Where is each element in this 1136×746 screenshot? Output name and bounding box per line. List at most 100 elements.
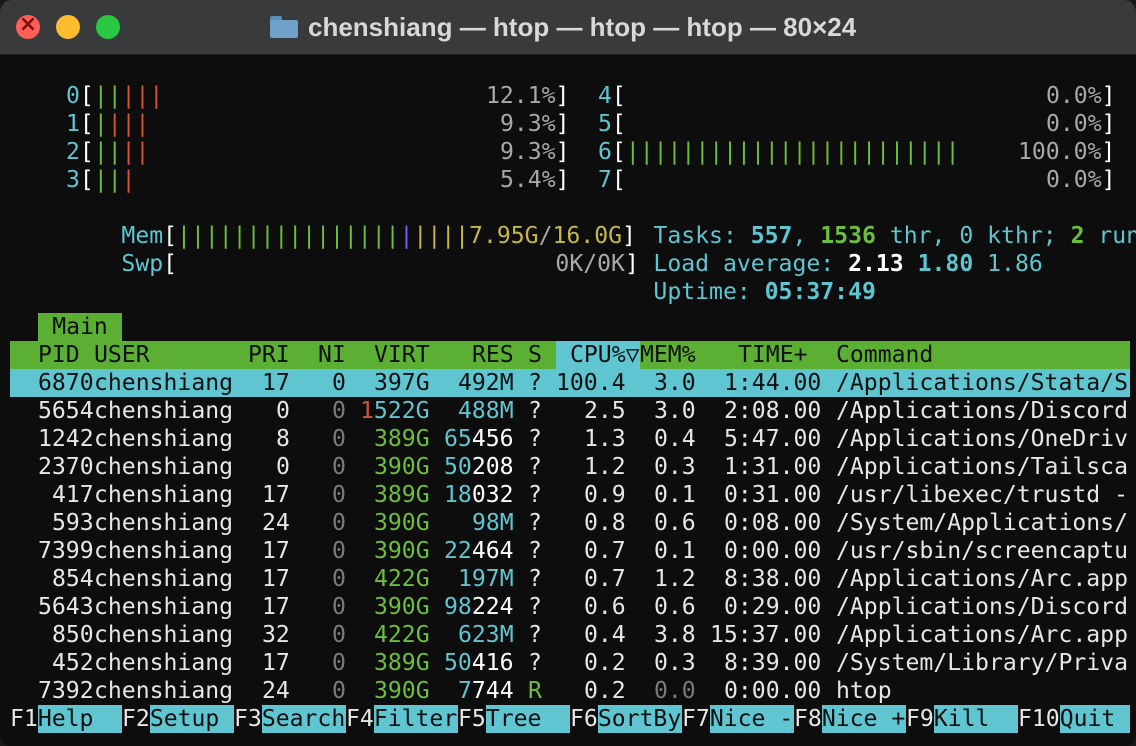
meter-bracket-open: [ [611,167,626,193]
cell-time: 0:08.00 [724,510,822,536]
cell-res: 65456 [444,425,514,453]
cell-pri: 32 [262,622,290,648]
cell-ni: 0 [332,398,346,424]
cell-pid: 6870 [38,370,94,396]
cell-virt: 389G [374,649,430,677]
cell-time: 0:00.00 [724,678,822,704]
cpu-id: 1 [66,111,80,137]
fkey-kill[interactable]: F9Kill [906,705,1018,733]
close-button[interactable] [16,12,40,39]
table-row[interactable]: 593 chenshiang 24 0 390G 98M? 0.8 0.6 0:08.00/Sy… [10,509,1130,537]
mem-zero: 0.0 [654,678,696,704]
fkey-label: Quit [1059,705,1130,733]
col-user[interactable]: USER [94,341,150,369]
cell-time: 5:47.00 [724,426,822,452]
col-res[interactable]: RES [472,341,514,369]
col-state[interactable]: S [528,341,542,369]
zoom-button[interactable] [96,15,120,39]
title-bar[interactable]: chenshiang — htop — htop — htop — 80×24 [0,0,1136,55]
cell-command: /Applications/Discord [836,398,1128,424]
table-row[interactable]: 850 chenshiang 32 0 422G 623M? 0.4 3.8 15:37.00 /… [10,621,1130,649]
cell-virt: 390G [374,593,430,621]
meter-bracket-close: ] [555,167,570,193]
cell-ni: 0 [332,594,346,620]
cell-command: /Applications/Arc.app [836,622,1128,648]
minimize-button[interactable] [56,15,80,39]
col-cpu[interactable]: CPU%▽ [570,341,640,369]
cpu-meter-4: 4[ [598,82,626,110]
table-row[interactable]: 5654 chenshiang 0 0 1522G 488M? 2.5 3.0 2:08.00/… [10,397,1130,425]
fkey-help[interactable]: F1Help [10,705,122,733]
fkey-tree[interactable]: F5Tree [458,705,570,733]
cell-s: ? [528,454,542,480]
cpu-bar: || [93,83,122,109]
cell-user: chenshiang [94,370,234,396]
table-row[interactable]: 417 chenshiang 17 0 389G 18032? 0.9 0.1 0:31.00 /… [10,481,1130,509]
fkey-sortby[interactable]: F6SortBy [570,705,682,733]
virt-high: 1 [360,398,374,424]
table-row[interactable]: 1242 chenshiang 8 0 389G 65456? 1.3 0.4 5:47.00 /… [10,425,1130,453]
cell-pri: 17 [262,482,290,508]
cell-res: 492M [458,370,514,396]
virt-value: 390G [374,454,430,480]
cpu-id: 4 [598,83,612,109]
meter-bracket-open: [ [79,139,94,165]
cell-mem: 1.2 [654,566,696,592]
cell-res: 50208 [444,453,514,481]
table-row[interactable]: 452 chenshiang 17 0 389G 50416? 0.2 0.3 8:39.00 /… [10,649,1130,677]
cell-s: ? [528,594,542,620]
cpu-id: 2 [66,139,80,165]
table-row[interactable]: 7399 chenshiang 17 0 390G 22464? 0.7 0.1 0:00.00… [10,537,1130,565]
fkey-nice[interactable]: F7Nice - [682,705,794,733]
fkey-nice[interactable]: F8Nice + [794,705,906,733]
fkey-quit[interactable]: F10Quit [1018,705,1130,733]
virt-value: 422G [374,566,430,592]
cell-virt: 422G [374,565,430,593]
col-time[interactable]: TIME+ [738,341,808,369]
cpu-meter-0: 0[||||| [66,82,163,110]
tab-main[interactable]: Main [38,313,122,341]
cell-virt: 390G [374,509,430,537]
fkey-setup[interactable]: F2Setup [122,705,234,733]
table-row[interactable]: 854 chenshiang 17 0 422G 197M? 0.7 1.2 8:38.00/A… [10,565,1130,593]
res-value: 98M [472,510,514,536]
table-row[interactable]: 2370 chenshiang 0 0 390G 50208? 1.2 0.3 1:31.00 /… [10,453,1130,481]
cpu-id: 7 [598,167,612,193]
window-title: chenshiang — htop — htop — htop — 80×24 [270,12,856,42]
cell-s: ? [528,622,542,648]
res-high: 98 [444,594,472,620]
cell-cpu: 0.6 [584,594,626,620]
col-mem[interactable]: MEM% [640,341,696,369]
cell-command: /usr/libexec/trustd - [836,482,1128,508]
col-ni[interactable]: NI [318,341,346,369]
res-high: 50 [444,454,472,480]
col-pid[interactable]: PID [38,341,80,369]
cell-pri: 8 [276,426,290,452]
table-row-selected[interactable]: 6870 chenshiang 17 0 397G 492M? 100.4 3.0 1:44.0… [10,369,1130,397]
column-header[interactable]: PID USER PRI NI VIRT RES S CPU%▽ MEM% TI… [10,341,1130,369]
cell-s: ? [528,650,542,676]
table-row[interactable]: 7392 chenshiang 24 0 390G 7744 R 0.2 0.0 0:00.00 h… [10,677,1130,705]
res-low: 456 [471,426,514,452]
virt-value: 390G [374,538,430,564]
fkey-label: Help [37,705,122,733]
fkey-label: Filter [373,705,458,733]
cell-mem: 0.6 [654,594,696,620]
table-row[interactable]: 5643 chenshiang 17 0 390G 98224? 0.6 0.6 0:29.00… [10,593,1130,621]
col-virt[interactable]: VIRT [374,341,430,369]
col-pri[interactable]: PRI [248,341,290,369]
fkey-filter[interactable]: F4Filter [346,705,458,733]
cell-time: 0:00.00 [724,538,822,564]
cell-cpu: 0.7 [584,538,626,564]
function-key-bar[interactable]: F1Help F2Setup F3Search F4Filter F5Tree F6Sor… [10,705,1130,733]
cell-mem: 3.0 [654,370,696,396]
cell-pid: 7399 [38,538,94,564]
cpu-pct-value: 100.0% [1018,139,1102,165]
cell-ni: 0 [332,482,346,508]
cpu-bar: ||| [121,83,164,109]
cell-user: chenshiang [94,678,234,704]
col-command[interactable]: Command [836,341,933,369]
state-running: R [528,678,542,704]
fkey-search[interactable]: F3Search [234,705,346,733]
cell-mem: 0.1 [654,482,696,508]
